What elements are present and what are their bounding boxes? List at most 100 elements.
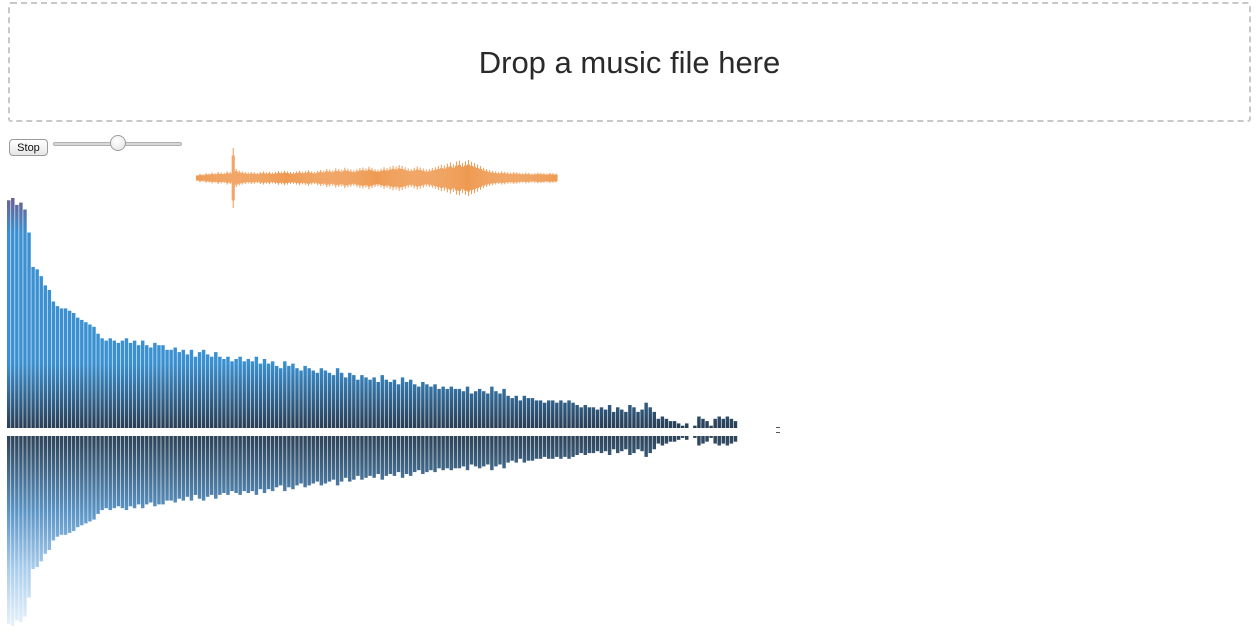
spectrum-bar — [331, 375, 336, 428]
reflection-bar — [339, 436, 344, 482]
reflection-bar — [620, 436, 624, 452]
spectrum-bars — [7, 198, 738, 428]
reflection-bar — [551, 436, 555, 459]
reflection-bar — [145, 436, 149, 505]
spectrum-bar — [92, 326, 96, 428]
reflection-bar — [693, 436, 697, 438]
slider-thumb-icon[interactable] — [109, 135, 126, 151]
reflection-bar — [417, 436, 421, 471]
spectrum-bar — [19, 202, 23, 428]
reflection-bar — [364, 436, 368, 478]
spectrum-bar — [157, 345, 161, 428]
reflection-bar — [672, 436, 677, 442]
spectrum-bar — [210, 356, 214, 428]
spectrum-bar — [31, 267, 35, 428]
reflection-bar — [331, 436, 336, 480]
reflection-bar — [510, 436, 514, 461]
spectrum-bar — [279, 368, 283, 428]
spectrum-bar — [494, 391, 498, 428]
spectrum-bar — [307, 368, 311, 428]
reflection-bar — [591, 436, 596, 454]
spectrum-bar — [108, 338, 112, 428]
spectrum-bar — [697, 416, 701, 428]
spectrum-bar — [250, 361, 255, 428]
spectrum-chart — [7, 198, 738, 626]
reflection-bar — [396, 436, 401, 473]
reflection-bar — [380, 436, 384, 480]
spectrum-bar — [421, 382, 425, 428]
spectrum-bar — [205, 354, 210, 428]
spectrum-bar — [656, 418, 661, 428]
reflection-bar — [632, 436, 636, 454]
spectrum-bar — [323, 370, 328, 428]
reflection-bar — [254, 436, 259, 495]
spectrum-bar — [498, 393, 502, 428]
reflection-bar — [603, 436, 608, 452]
drop-zone[interactable]: Drop a music file here — [8, 2, 1251, 122]
reflection-bar — [47, 436, 52, 550]
reflection-bar — [214, 436, 218, 499]
spectrum-bar — [104, 340, 108, 428]
reflection-bar — [538, 436, 543, 459]
spectrum-bar — [680, 425, 685, 428]
spectrum-bar — [299, 370, 303, 428]
spectrum-bar — [502, 388, 506, 428]
reflection-bar — [173, 436, 177, 503]
reflection-bar — [729, 436, 734, 444]
spectrum-bar — [693, 425, 697, 428]
reflection-bar — [482, 436, 486, 467]
spectrum-bar — [242, 361, 246, 428]
reflection-bar — [193, 436, 198, 495]
reflection-bar — [437, 436, 441, 469]
spectrum-bar — [364, 377, 368, 428]
spectrum-bar — [441, 386, 445, 428]
reflection-bar — [469, 436, 474, 465]
spectrum-bar — [35, 269, 39, 428]
volume-slider[interactable] — [53, 135, 182, 153]
reflection-bar — [274, 436, 279, 488]
spectrum-bar — [335, 368, 340, 428]
reflection-bar — [291, 436, 295, 490]
spectrum-bar — [120, 340, 125, 428]
spectrum-bar — [169, 349, 173, 428]
reflection-bar — [685, 436, 689, 440]
spectrum-bar — [315, 372, 320, 428]
spectrum-bar — [709, 425, 713, 428]
reflection-bar — [636, 436, 640, 450]
reflection-bar — [433, 436, 437, 473]
spectrum-bar — [230, 361, 234, 428]
spectrum-bar — [603, 409, 608, 428]
reflection-bar — [579, 436, 583, 454]
spectrum-bar — [449, 386, 453, 428]
reflection-bar — [628, 436, 632, 455]
reflection-bar — [368, 436, 372, 476]
spectrum-bar — [185, 354, 190, 428]
reflection-bar — [445, 436, 449, 469]
reflection-bar — [201, 436, 206, 501]
spectrum-bar — [96, 333, 100, 428]
spectrum-bar — [644, 402, 648, 428]
spectrum-bar — [100, 338, 104, 428]
reflection-bar — [128, 436, 133, 507]
stop-button[interactable]: Stop — [9, 139, 48, 156]
reflection-bar — [725, 436, 730, 446]
reflection-bar — [514, 436, 518, 463]
reflection-bar — [230, 436, 234, 492]
spectrum-bar — [266, 363, 271, 428]
spectrum-bar — [311, 370, 315, 428]
spectrum-bar — [624, 411, 628, 428]
spectrum-bar — [579, 407, 583, 428]
reflection-bar — [660, 436, 665, 446]
reflection-bar — [108, 436, 112, 511]
spectrum-bar — [352, 375, 356, 428]
reflection-bar — [453, 436, 458, 469]
spectrum-bar — [721, 418, 726, 428]
spectrum-bar — [534, 400, 539, 428]
spectrum-bar — [218, 356, 222, 428]
reflection-bar — [165, 436, 169, 501]
spectrum-bar — [595, 409, 600, 428]
reflection-bar — [494, 436, 498, 467]
reflection-bar — [352, 436, 356, 480]
reflection-bar — [713, 436, 717, 444]
reflection-bar — [664, 436, 669, 444]
